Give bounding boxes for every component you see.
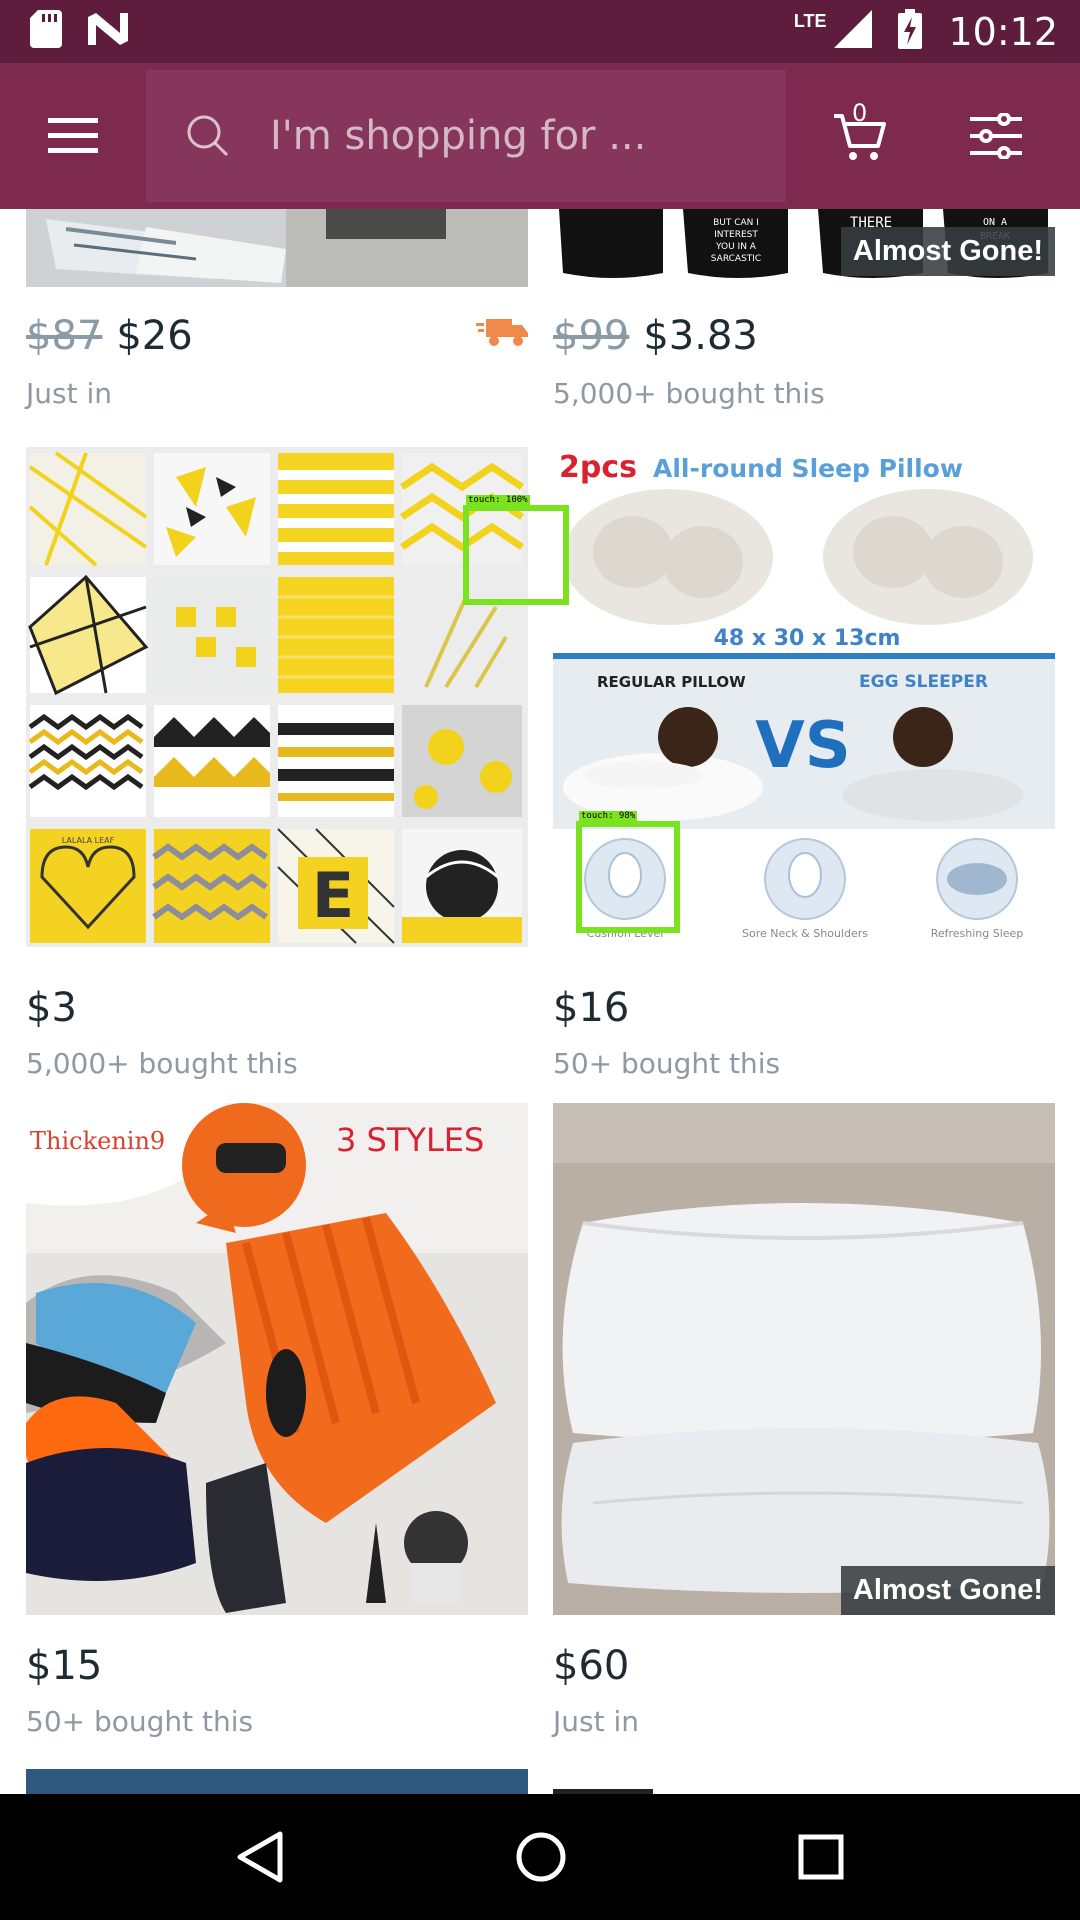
touch-indicator	[576, 821, 680, 933]
price: $26	[116, 313, 193, 359]
price-row: $99 $3.83	[553, 313, 758, 359]
filter-sliders-icon	[970, 113, 1022, 159]
product-card[interactable]: LALALA LEAF E $3 5,000+ bought this	[26, 447, 528, 1080]
home-icon[interactable]	[515, 1831, 567, 1883]
status-time: 10:12	[948, 9, 1058, 54]
cart-count: 0	[852, 99, 868, 127]
search-placeholder: I'm shopping for ...	[270, 113, 647, 159]
svg-text:LALALA LEAF: LALALA LEAF	[62, 836, 115, 845]
product-meta: 5,000+ bought this	[553, 377, 825, 410]
price-row: $60	[553, 1643, 629, 1689]
search-icon	[187, 115, 229, 157]
svg-text:YOU IN A: YOU IN A	[715, 242, 757, 252]
product-meta: Just in	[26, 377, 112, 410]
original-price: $87	[26, 313, 103, 359]
search-bar[interactable]: I'm shopping for ...	[146, 70, 786, 202]
price: $3	[26, 985, 77, 1031]
egg-sleeper-label: EGG SLEEPER	[859, 672, 988, 692]
truck-icon	[476, 319, 528, 346]
product-feed[interactable]: $87 $26 Just in BUT CAN I INTEREST YOU I…	[0, 209, 1080, 1794]
styles-text: 3 STYLES	[336, 1121, 484, 1159]
almost-gone-badge: Almost Gone!	[840, 1566, 1055, 1615]
n-notification-icon	[88, 13, 128, 50]
product-image	[26, 209, 528, 287]
price-row: $16	[553, 985, 629, 1031]
price: $60	[553, 1643, 630, 1689]
menu-button[interactable]	[0, 63, 146, 209]
product-image: Thickenin9 3 STYLES	[26, 1103, 528, 1615]
pillow-count-text: 2pcs	[559, 450, 637, 485]
cart-button[interactable]: 0	[792, 63, 928, 209]
caption-3: Refreshing Sleep	[931, 927, 1024, 940]
next-product-image-peek	[26, 1769, 528, 1794]
touch-indicator-label: touch: 100%	[466, 495, 530, 505]
price: $16	[553, 985, 630, 1031]
vs-text: VS	[755, 709, 851, 783]
price-row: $3	[26, 985, 77, 1031]
price: $15	[26, 1643, 103, 1689]
back-icon[interactable]	[236, 1830, 284, 1884]
product-card[interactable]: BUT CAN I INTEREST YOU IN A SARCASTIC TH…	[553, 209, 1055, 419]
app-bar: I'm shopping for ... 0	[0, 63, 1080, 209]
original-price: $99	[553, 313, 630, 359]
price-row: $15	[26, 1643, 102, 1689]
product-card[interactable]: Thickenin9 3 STYLES $15 50+ bought this	[26, 1103, 528, 1743]
sd-card-icon	[30, 10, 62, 53]
product-meta: Just in	[553, 1705, 639, 1738]
svg-text:INTEREST: INTEREST	[714, 230, 758, 240]
price-row: $87 $26	[26, 313, 193, 359]
touch-indicator-label: touch: 98%	[579, 811, 638, 821]
product-card[interactable]: Almost Gone! $60 Just in	[553, 1103, 1055, 1743]
product-image: LALALA LEAF E	[26, 447, 528, 947]
regular-pillow-label: REGULAR PILLOW	[597, 673, 746, 691]
svg-text:BUT CAN I: BUT CAN I	[713, 218, 759, 228]
caption-2: Sore Neck & Shoulders	[742, 927, 868, 940]
system-nav-bar	[0, 1794, 1080, 1920]
product-image: BUT CAN I INTEREST YOU IN A SARCASTIC TH…	[553, 209, 1055, 287]
recents-icon[interactable]	[798, 1834, 844, 1880]
battery-charging-icon	[898, 9, 923, 54]
price: $3.83	[643, 313, 758, 359]
signal-icon	[834, 10, 873, 53]
status-bar: LTE 10:12	[0, 0, 1080, 63]
pillow-title-text: All-round Sleep Pillow	[653, 454, 963, 483]
product-meta: 50+ bought this	[26, 1705, 254, 1738]
thickening-text: Thickenin9	[30, 1127, 165, 1155]
hamburger-icon	[48, 118, 98, 153]
product-meta: 5,000+ bought this	[26, 1047, 298, 1080]
almost-gone-badge: Almost Gone!	[840, 227, 1055, 276]
touch-indicator	[463, 505, 569, 605]
svg-text:SARCASTIC: SARCASTIC	[711, 254, 761, 264]
product-card[interactable]: $87 $26 Just in	[26, 209, 528, 419]
product-meta: 50+ bought this	[553, 1047, 781, 1080]
svg-text:E: E	[312, 859, 354, 932]
network-type: LTE	[793, 11, 827, 31]
pillow-size-text: 48 x 30 x 13cm	[714, 626, 901, 651]
product-image: Almost Gone!	[553, 1103, 1055, 1615]
filter-button[interactable]	[928, 63, 1064, 209]
